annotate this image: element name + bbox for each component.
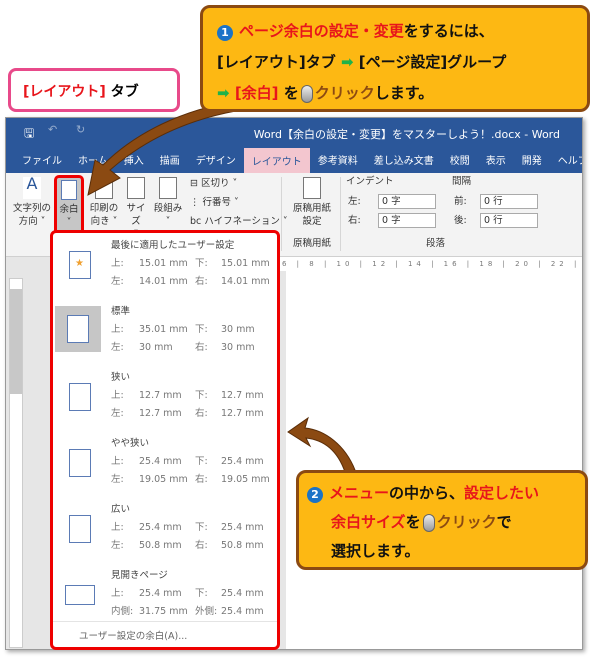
callout-text: [ページ設定]グループ: [358, 53, 507, 71]
callout-text: [余白]: [234, 84, 279, 102]
callout-text: 設定したい: [464, 484, 540, 502]
callout-text: 選択します。: [331, 542, 420, 560]
arrow-to-margins-button: [87, 99, 256, 196]
green-arrow-icon: ➡: [217, 84, 230, 102]
callout-text: ページ余白の設定・変更: [239, 22, 404, 40]
callout-text: の中から、: [389, 484, 465, 502]
step-number-badge: 2: [307, 487, 323, 503]
arrow-to-menu: [287, 416, 356, 473]
callout-text: クリック: [314, 84, 375, 102]
label-text: [レイアウト]: [23, 84, 106, 100]
instruction-callout-1: 1 ページ余白の設定・変更をするには、 [レイアウト]タブ ➡ [ページ設定]グル…: [200, 5, 590, 112]
callout-text: 余白サイズ: [331, 513, 406, 531]
step-number-badge: 1: [217, 25, 233, 41]
instruction-callout-2: 2 メニューの中から、設定したい 余白サイズを クリックで 選択します。: [296, 470, 588, 570]
label-text: タブ: [110, 84, 139, 100]
mouse-icon: [300, 84, 313, 103]
callout-text: します。: [374, 84, 434, 102]
green-arrow-icon: ➡: [340, 53, 354, 71]
callout-text: メニュー: [329, 484, 390, 502]
callout-text: で: [496, 513, 512, 531]
callout-text: [レイアウト]タブ: [217, 53, 336, 71]
callout-text: を: [283, 84, 299, 102]
layout-tab-label: [レイアウト] タブ: [8, 68, 180, 112]
callout-text: をするには、: [403, 22, 494, 40]
callout-text: を: [405, 513, 421, 531]
mouse-icon: [422, 513, 435, 532]
callout-text: クリック: [436, 513, 497, 531]
